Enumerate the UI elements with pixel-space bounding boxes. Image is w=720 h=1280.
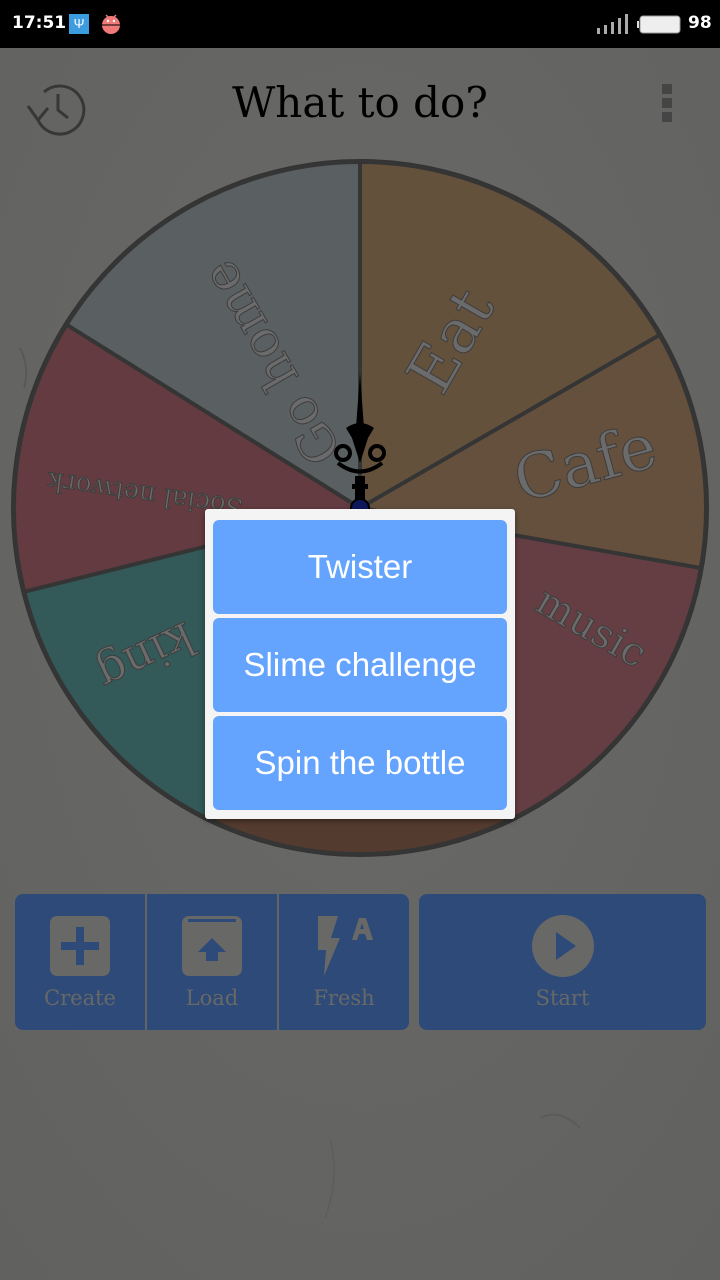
- usb-icon: Ψ: [69, 14, 89, 34]
- status-time: 17:51: [12, 13, 67, 33]
- signal-icon: [597, 14, 628, 34]
- battery-level: 98: [688, 13, 712, 33]
- option-slime-challenge[interactable]: Slime challenge: [213, 618, 507, 712]
- battery-icon: [637, 15, 681, 34]
- android-debug-icon: [102, 14, 120, 34]
- option-spin-the-bottle[interactable]: Spin the bottle: [213, 716, 507, 810]
- status-bar: 17:51 Ψ 98: [0, 0, 720, 48]
- game-choice-dialog: Twister Slime challenge Spin the bottle: [205, 509, 515, 819]
- option-twister[interactable]: Twister: [213, 520, 507, 614]
